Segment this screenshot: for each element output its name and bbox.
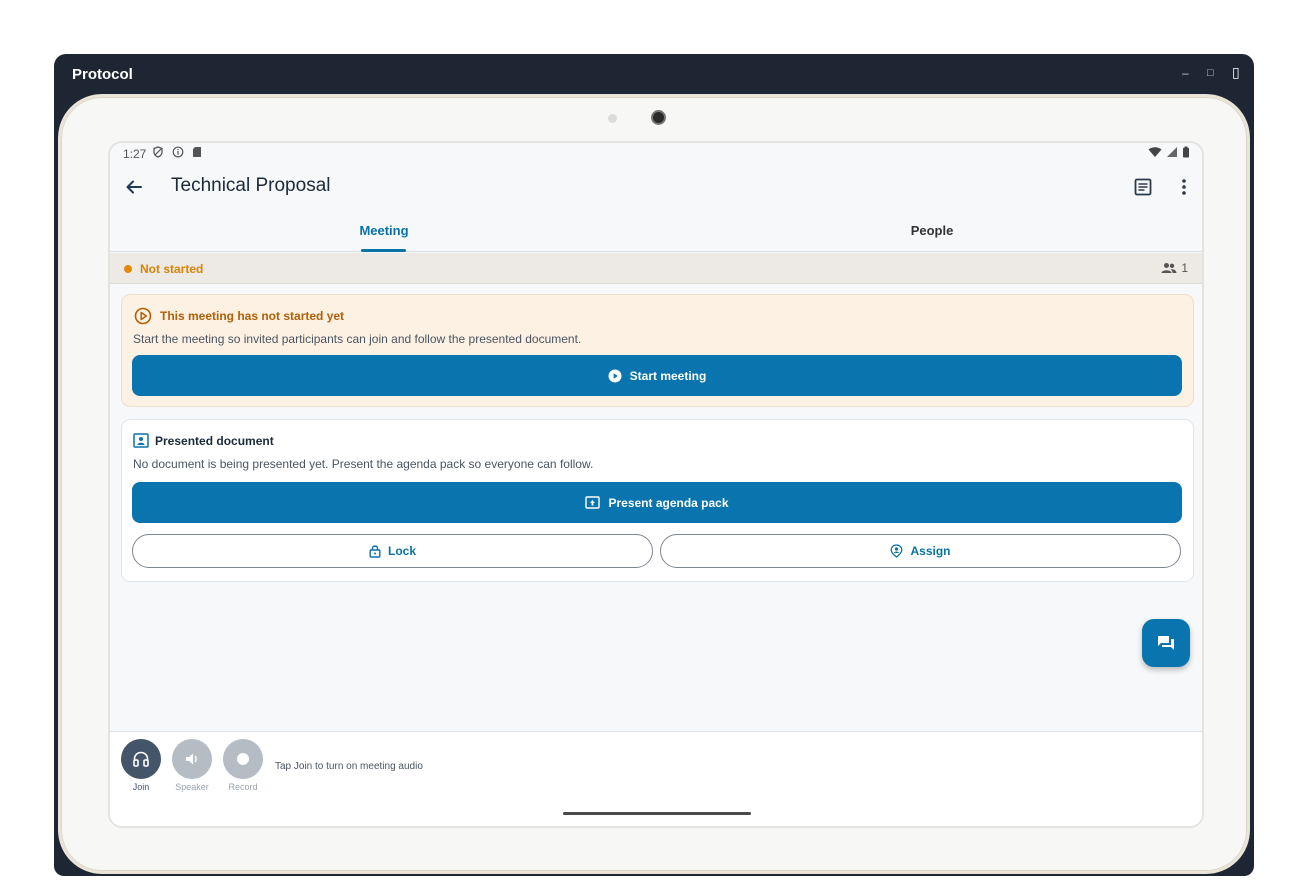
chat-fab[interactable]: [1142, 619, 1190, 667]
maximize-button[interactable]: □: [1207, 67, 1214, 79]
audio-hint-text: Tap Join to turn on meeting audio: [275, 761, 423, 772]
lock-label: Lock: [387, 544, 416, 558]
presentation-icon: [133, 433, 149, 448]
assign-label: Assign: [910, 544, 951, 558]
present-to-all-icon: [585, 496, 601, 509]
back-button[interactable]: [122, 175, 146, 199]
camera-lens: [651, 110, 666, 125]
status-dot: [124, 265, 132, 273]
record-button[interactable]: [223, 739, 263, 779]
app-bar: Technical Proposal: [110, 165, 1202, 209]
presented-document-text: No document is being presented yet. Pres…: [133, 457, 594, 471]
page-title: Technical Proposal: [171, 175, 331, 196]
sensor-dot: [608, 114, 617, 123]
system-status-bar: 1:27: [110, 143, 1202, 163]
status-label: Not started: [140, 262, 204, 276]
info-icon: [172, 146, 184, 158]
active-tab-indicator: [361, 249, 406, 252]
vpn-shield-icon: [153, 146, 163, 158]
tablet-frame: 1:27 Technical Proposal Meeting People N…: [58, 94, 1250, 874]
device-toggle-button[interactable]: ▯: [1232, 64, 1240, 81]
join-label: Join: [132, 782, 150, 792]
meeting-not-started-card: This meeting has not started yet Start t…: [121, 294, 1194, 407]
speaker-label: Speaker: [175, 782, 209, 792]
participant-count-value: 1: [1181, 261, 1188, 275]
document-notes-button[interactable]: [1131, 175, 1155, 199]
not-started-text: Start the meeting so invited participant…: [133, 332, 582, 346]
lock-button[interactable]: Lock: [132, 534, 653, 568]
start-meeting-label: Start meeting: [629, 368, 707, 383]
start-meeting-button[interactable]: Start meeting: [132, 355, 1182, 396]
app-window: Protocol – □ ▯ 1:27 Technical Proposal M…: [54, 54, 1254, 876]
notes-icon: [1134, 178, 1152, 196]
assign-button[interactable]: Assign: [660, 534, 1181, 568]
play-circle-icon: [608, 369, 622, 382]
home-indicator[interactable]: [563, 812, 751, 815]
lock-open-icon: [369, 545, 381, 558]
forum-icon: [1158, 636, 1174, 650]
participant-count: 1: [1161, 261, 1188, 275]
sd-card-icon: [193, 147, 201, 157]
tab-meeting[interactable]: Meeting: [110, 209, 658, 252]
join-audio-button[interactable]: [121, 739, 161, 779]
meeting-status-strip: Not started 1: [110, 253, 1202, 284]
record-label: Record: [228, 782, 258, 792]
assign-person-icon: [891, 544, 903, 558]
presented-document-title: Presented document: [155, 434, 274, 448]
window-titlebar: Protocol – □ ▯: [54, 54, 1254, 94]
overflow-menu-button[interactable]: [1172, 175, 1196, 199]
present-agenda-pack-button[interactable]: Present agenda pack: [132, 482, 1182, 523]
device-screen: 1:27 Technical Proposal Meeting People N…: [108, 141, 1204, 828]
tab-people[interactable]: People: [658, 209, 1202, 252]
speaker-button[interactable]: [172, 739, 212, 779]
record-icon: [237, 753, 249, 765]
status-time: 1:27: [123, 147, 147, 161]
wifi-icon: [1148, 147, 1162, 157]
presented-document-card: Presented document No document is being …: [121, 419, 1194, 582]
minimize-button[interactable]: –: [1182, 66, 1189, 80]
play-circle-outline-icon: [134, 307, 152, 325]
not-started-title: This meeting has not started yet: [160, 309, 345, 323]
present-agenda-pack-label: Present agenda pack: [608, 495, 729, 510]
tab-bar: Meeting People: [110, 209, 1202, 252]
headphones-icon: [133, 751, 149, 767]
app-title: Protocol: [72, 66, 133, 83]
more-vert-icon: [1182, 179, 1186, 195]
cellular-icon: [1167, 147, 1177, 157]
people-icon: [1161, 263, 1177, 273]
battery-icon: [1183, 146, 1189, 158]
arrow-left-icon: [126, 180, 142, 194]
audio-control-bar: Join Speaker Record Tap Join to turn on …: [110, 731, 1202, 826]
volume-icon: [186, 753, 197, 765]
